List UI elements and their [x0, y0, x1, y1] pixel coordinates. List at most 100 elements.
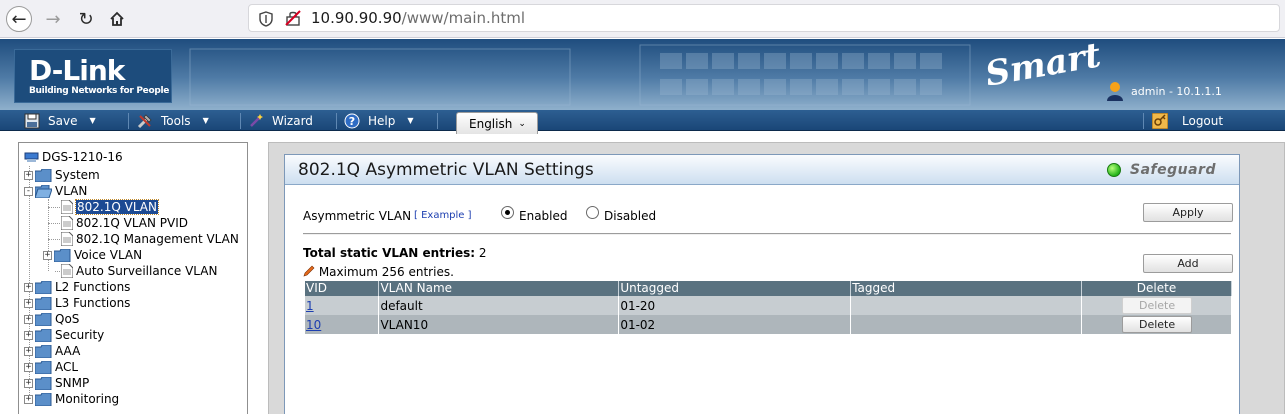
home-button[interactable]: [104, 6, 130, 32]
tree-item-label: Security: [55, 328, 105, 342]
expand-icon[interactable]: +: [24, 282, 33, 292]
example-link[interactable]: [ Example ]: [414, 210, 472, 221]
tree-item-l2-functions[interactable]: + L2 Functions: [24, 279, 130, 295]
column-header-delete: Delete: [1081, 281, 1232, 296]
expand-icon[interactable]: +: [24, 346, 33, 356]
expand-icon[interactable]: +: [24, 378, 33, 388]
url-path: /www/main.html: [401, 9, 525, 27]
folder-icon: [35, 392, 52, 406]
tree-item-snmp[interactable]: + SNMP: [24, 375, 89, 391]
enabled-radio[interactable]: [501, 206, 514, 219]
folder-icon: [35, 360, 52, 374]
tree-connector: [48, 223, 60, 224]
insecure-lock-icon: [285, 10, 301, 26]
tree-item-label: AAA: [55, 344, 81, 358]
tree-connector: [48, 207, 60, 208]
help-icon: ?: [344, 113, 360, 129]
save-menu-label: Save: [48, 113, 78, 128]
delete-button[interactable]: Delete: [1122, 316, 1193, 333]
tree-item-acl[interactable]: + ACL: [24, 359, 78, 375]
total-entries-label: Total static VLAN entries:: [303, 246, 476, 260]
smart-logo: Smart: [982, 39, 1104, 95]
tree-item-qos[interactable]: + QoS: [24, 311, 79, 327]
expand-icon[interactable]: +: [24, 170, 33, 180]
tree-item-vlan[interactable]: - VLAN: [24, 183, 87, 199]
total-entries-value: 2: [478, 246, 487, 260]
document-icon: [61, 216, 73, 230]
tree-item-8021q-vlan-pvid[interactable]: 802.1Q VLAN PVID: [61, 215, 188, 231]
arrow-right-icon: →: [45, 8, 61, 30]
arrow-left-icon: ←: [11, 8, 27, 30]
enabled-radio-label[interactable]: Enabled: [519, 209, 568, 223]
tree-item-label: 802.1Q VLAN PVID: [76, 216, 189, 230]
reload-button[interactable]: ↻: [73, 6, 99, 32]
tree-item-label: Auto Surveillance VLAN: [76, 264, 218, 278]
help-menu[interactable]: ? Help ▼: [344, 110, 414, 131]
expand-icon[interactable]: +: [24, 314, 33, 324]
logo-text: D-Link: [29, 54, 125, 87]
folder-icon: [35, 376, 52, 390]
menu-separator: [437, 113, 438, 129]
vid-link[interactable]: 10: [306, 318, 321, 332]
user-icon: [1107, 82, 1123, 101]
tree-item-label: SNMP: [55, 376, 90, 390]
tree-item-aaa[interactable]: + AAA: [24, 343, 80, 359]
back-button[interactable]: ←: [6, 6, 32, 32]
delete-cell: Delete: [1081, 296, 1232, 315]
tree-item-auto-surveillance-vlan[interactable]: Auto Surveillance VLAN: [61, 263, 217, 279]
logout-menu[interactable]: Logout: [1152, 110, 1223, 131]
table-row: 1 default 01-20 Delete: [305, 296, 1232, 315]
expand-icon[interactable]: +: [24, 330, 33, 340]
navigation-tree: DGS-1210-16 + System - VLAN 802.1Q VLAN …: [18, 142, 248, 414]
tools-menu[interactable]: Tools ▼: [137, 110, 209, 131]
tree-item-voice-vlan[interactable]: + Voice VLAN: [43, 247, 142, 263]
tree-item-label: Voice VLAN: [74, 248, 143, 262]
delete-button[interactable]: Delete: [1122, 297, 1193, 314]
wizard-wand-icon: [248, 113, 264, 129]
save-menu[interactable]: Save ▼: [24, 110, 96, 131]
max-entries-note: Maximum 256 entries.: [303, 265, 454, 279]
switch-device-icon: [24, 152, 39, 162]
expand-icon[interactable]: +: [24, 298, 33, 308]
forward-button[interactable]: →: [40, 6, 66, 32]
chevron-down-icon: ⌄: [518, 118, 526, 129]
untagged-cell: 01-02: [618, 315, 852, 334]
vid-cell: 10: [305, 315, 380, 334]
table-header-row: VID VLAN Name Untagged Tagged Delete: [305, 281, 1232, 296]
apply-button[interactable]: Apply: [1143, 203, 1233, 222]
folder-icon: [35, 344, 52, 358]
browser-toolbar: ← → ↻ 10.90.90.90/www/main.html: [0, 0, 1285, 38]
apply-button-label: Apply: [1172, 206, 1204, 219]
table-row: 10 VLAN10 01-02 Delete: [305, 315, 1232, 334]
tree-item-label: L2 Functions: [55, 280, 131, 294]
disabled-radio[interactable]: [586, 206, 599, 219]
folder-icon: [35, 168, 52, 182]
menu-separator: [1143, 113, 1144, 129]
column-header-untagged: Untagged: [618, 281, 852, 296]
disabled-radio-label[interactable]: Disabled: [604, 209, 656, 223]
tree-item-8021q-vlan[interactable]: 802.1Q VLAN: [61, 199, 159, 215]
vid-link[interactable]: 1: [306, 299, 314, 313]
tree-item-l3-functions[interactable]: + L3 Functions: [24, 295, 130, 311]
tree-item-label: 802.1Q Management VLAN: [76, 232, 239, 246]
menu-separator: [128, 113, 129, 129]
expand-icon[interactable]: +: [43, 250, 52, 260]
safeguard-status-icon: [1107, 163, 1121, 177]
vlan-table: VID VLAN Name Untagged Tagged Delete 1 d…: [305, 281, 1232, 334]
collapse-icon[interactable]: -: [24, 186, 33, 196]
tree-item-security[interactable]: + Security: [24, 327, 104, 343]
tree-item-8021q-management-vlan[interactable]: 802.1Q Management VLAN: [61, 231, 239, 247]
column-header-vid: VID: [305, 281, 380, 296]
tree-root[interactable]: DGS-1210-16: [24, 149, 123, 165]
address-bar[interactable]: 10.90.90.90/www/main.html: [248, 4, 1280, 32]
tree-item-system[interactable]: + System: [24, 167, 100, 183]
tagged-cell: [850, 296, 1083, 315]
caret-down-icon: ▼: [89, 116, 96, 125]
language-select[interactable]: English ⌄: [456, 112, 538, 134]
wizard-menu[interactable]: Wizard: [248, 110, 313, 131]
expand-icon[interactable]: +: [24, 394, 33, 404]
expand-icon[interactable]: +: [24, 362, 33, 372]
tree-item-label: VLAN: [55, 184, 88, 198]
add-button[interactable]: Add: [1143, 254, 1233, 273]
tree-item-monitoring[interactable]: + Monitoring: [24, 391, 119, 407]
